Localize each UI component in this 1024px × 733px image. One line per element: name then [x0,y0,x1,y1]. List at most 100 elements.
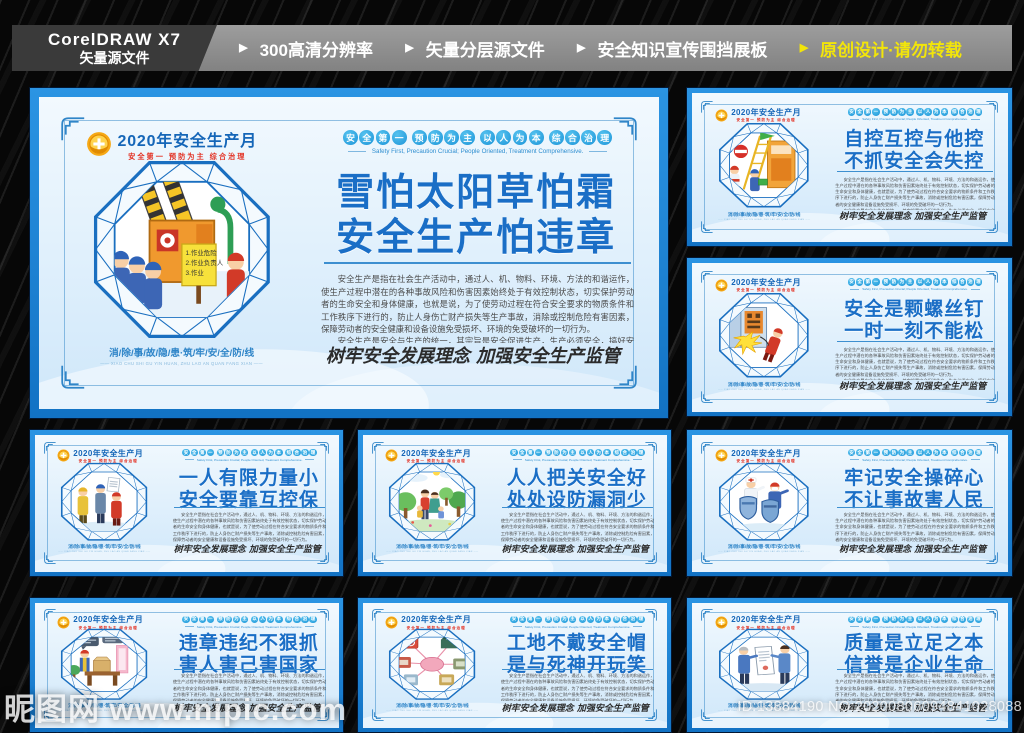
footer-calligraphy: 树牢安全发展理念 加强安全生产监管 [325,345,621,367]
policy-badge-circle: 本 [275,448,283,457]
corner-ornament-icon [43,552,56,565]
policy-badge-circle: 以 [480,129,496,145]
footer-slogan: 消/除/事/故/隐/患·筑/牢/安/全/防/线 [68,545,141,551]
corner-ornament-icon [701,441,713,454]
policy-badge-group: 安全第一 [510,615,543,624]
policy-badge-circle: 合 [564,129,580,145]
policy-badge-circle: 安 [182,615,190,624]
policy-badge-group: 安全第一 [510,448,543,457]
banner-item-original: ▶ 原创设计·请勿转载 [800,36,962,61]
octagon-lattice-frame [389,462,476,541]
policy-badge-circle: 以 [578,448,587,457]
policy-badge-circle: 合 [958,615,967,624]
policy-english-line: Safety First, Precaution Crucial; People… [499,458,656,462]
policy-badge-circle: 主 [906,108,914,116]
policy-badge-circle: 全 [190,615,198,624]
corner-ornament-icon [986,391,998,404]
poster-headline: 雪怕太阳草怕霜 安全生产怕违章 [315,169,637,260]
octagon-lattice-frame [719,293,809,378]
policy-badge-circle: 全 [856,108,864,116]
footer-calligraphy: 树牢安全发展理念 加强安全生产监管 [173,545,321,556]
policy-badge-circle: 本 [940,448,948,457]
footer-slogan: 消/除/事/故/隐/患·筑/牢/安/全/防/线 [109,348,255,360]
safety-poster: 2020年安全生产月 安全第一 预防为主 综合治理 安全第一预防为主以人为本综合… [30,88,668,418]
policy-badge-group: 安全第一 [847,448,880,457]
policy-badge-circle: 理 [309,448,317,457]
policy-badge-circle: 安 [343,129,358,145]
policy-badge-group: 以人为本 [250,615,283,624]
safety-poster: 2020年安全生产月 安全第一 预防为主 综合治理 安全第一预防为主以人为本综合… [358,598,671,732]
product-subtitle: 矢量源文件 [79,49,150,66]
safety-month-emblem-icon [715,279,728,292]
policy-badge-group: 综合治理 [950,615,983,624]
policy-badge-circle: 本 [940,108,948,116]
policy-badge-circle: 全 [856,278,864,286]
policy-badge-group: 预防为主 [544,448,577,457]
policy-badge-group: 安全第一 [182,615,215,624]
policy-badge-circle: 综 [613,448,621,457]
policy-badge-circle: 本 [603,448,611,457]
policy-badge-circle: 预 [882,108,890,116]
corner-ornament-icon [371,552,384,565]
policy-badge-circle: 综 [950,448,958,457]
safety-poster: 2020年安全生产月 安全第一 预防为主 综合治理 安全第一预防为主以人为本综合… [687,88,1012,246]
policy-badge-circle: 安 [182,448,190,457]
divider-line [174,668,325,670]
policy-badge-circle: 合 [621,448,629,457]
policy-english-line: Safety First, Precaution Crucial; People… [834,625,997,629]
poster-body-text: 安全生产是指在社会生产活动中，通过人、机、物料、环境、方法的和谐运作，使生产过程… [835,673,995,701]
banner-item-label: 原创设计·请勿转载 [820,40,962,60]
corner-ornament-icon [701,609,713,621]
logo-title: 2020年安全生产月 [731,107,801,117]
footer-calligraphy: 树牢安全发展理念 加强安全生产监管 [839,382,987,393]
banner-item-topic: ▶ 安全知识宣传围挡展板 [577,36,767,61]
footer-slogan: 消/除/事/故/隐/患·筑/牢/安/全/防/线 [396,545,469,551]
policy-badge-circle: 理 [974,615,983,624]
body-paragraph: 安全生产是指在社会生产活动中，通过人、机、物料、环境、方法的和谐运作，使生产过程… [500,673,655,702]
safety-month-emblem-icon [715,449,728,462]
footer-slogan-block: 消/除/事/故/隐/患·筑/牢/安/全/防/线 —— XIAO CHU SHI … [710,381,817,391]
corner-ornament-icon [43,609,56,621]
poster-headline: 质量是立足之本 信誉是企业生命 [832,632,996,677]
corner-ornament-icon [43,441,56,454]
body-paragraph: 安全生产是指在社会生产活动中，通过人、机、物料、环境、方法的和谐运作，使生产过程… [835,511,995,542]
policy-badge-circle: 人 [924,448,932,457]
divider-line [174,507,325,508]
footer-calligraphy: 树牢安全发展理念 加强安全生产监管 [839,212,987,223]
corner-ornament-icon [986,221,998,234]
policy-badge-group: 以人为本 [250,448,283,457]
headline-line-1: 雪怕太阳草怕霜 [336,169,617,215]
poster-body-text: 安全生产是指在社会生产活动中，通过人、机、物料、环境、方法的和谐运作，使生产过程… [173,512,327,543]
policy-badge-circle: 为 [512,129,528,145]
policy-english-line: Safety First, Precaution Crucial; People… [171,625,328,629]
footer-slogan-block: 消/除/事/故/隐/患·筑/牢/安/全/防/线 —— XIAO CHU SHI … [710,211,817,221]
illustration-octagon [388,628,476,701]
body-paragraph: 安全生产是指在社会生产活动中，通过人、机、物料、环境、方法的和谐运作，使生产过程… [172,511,327,542]
policy-badge-group: 安全第一 [847,108,880,116]
policy-badges: 安全第一预防为主以人为本综合治理 Safety First, Precautio… [499,448,656,462]
policy-english-line: Safety First, Precaution Crucial; People… [499,625,656,629]
policy-badge-group: 以人为本 [916,448,948,457]
policy-badge-group: 安全第一 [182,448,215,457]
policy-badge-circle: 全 [518,448,526,457]
policy-badge-circle: 综 [285,448,293,457]
headline-line-2: 一时一刻不能松 [844,319,985,342]
footer-slogan: 消/除/事/故/隐/患·筑/牢/安/全/防/线 [727,212,801,218]
policy-badge-circle: 以 [916,448,924,457]
safety-poster: 2020年安全生产月 安全第一 预防为主 综合治理 安全第一预防为主以人为本综合… [687,258,1012,416]
footer-slogan-pinyin: —— XIAO CHU SHI GU YIN HUAN, ZHU LAO AN … [58,551,151,554]
divider-line [836,341,994,343]
footer-slogan: 消/除/事/故/隐/患·筑/牢/安/全/防/线 [396,703,469,709]
policy-badge-group: 综合治理 [950,108,983,116]
policy-badge-circle: 为 [898,278,906,286]
footer-slogan-pinyin: —— XIAO CHU SHI GU YIN HUAN, ZHU LAO AN … [718,388,811,391]
poster-panel: 2020年安全生产月 安全第一 预防为主 综合治理 安全第一预防为主以人为本综合… [691,434,1008,572]
policy-badge-circle: 第 [198,615,206,624]
policy-badge-circle: 一 [534,448,543,457]
policy-badge-circle: 本 [603,615,611,624]
policy-badge-circle: 人 [586,448,595,457]
footer-slogan: 消/除/事/故/隐/患·筑/牢/安/全/防/线 [727,382,801,388]
banner-item-label: 矢量分层源文件 [425,40,545,60]
divider-line [324,262,632,265]
policy-badge-group: 安全第一 [847,615,880,624]
